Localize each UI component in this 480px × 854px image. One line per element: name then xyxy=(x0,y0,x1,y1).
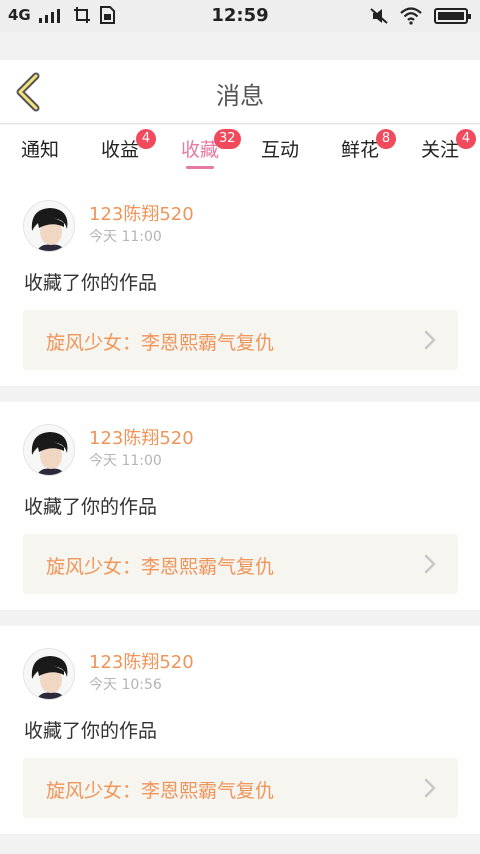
work-link[interactable]: 旋风少女：李恩熙霸气复仇 xyxy=(23,758,458,818)
tab-interactions[interactable]: 互动 xyxy=(240,135,320,162)
tab-label: 互动 xyxy=(260,139,299,161)
active-tab-indicator xyxy=(186,166,214,169)
avatar-image xyxy=(31,432,68,475)
mute-icon xyxy=(370,8,388,24)
tab-label: 收藏 xyxy=(180,139,219,161)
tab-earnings[interactable]: 收益 4 xyxy=(80,129,160,162)
timestamp: 今天 10:56 xyxy=(89,677,162,693)
tab-badge: 4 xyxy=(456,129,476,149)
chevron-right-icon xyxy=(424,554,436,574)
timestamp: 今天 11:00 xyxy=(89,453,162,469)
tab-badge: 8 xyxy=(376,129,396,149)
username[interactable]: 123陈翔520 xyxy=(89,200,194,226)
feed-card: 123陈翔520 今天 10:56 收藏了你的作品 旋风少女：李恩熙霸气复仇 xyxy=(0,626,480,834)
wifi-icon xyxy=(400,7,422,25)
feed-card: 123陈翔520 今天 11:00 收藏了你的作品 旋风少女：李恩熙霸气复仇 xyxy=(0,178,480,386)
work-title: 旋风少女：李恩熙霸气复仇 xyxy=(46,780,275,802)
tab-favorites[interactable]: 收藏 32 xyxy=(160,129,241,162)
timestamp: 今天 11:00 xyxy=(89,229,162,245)
battery-icon xyxy=(434,8,471,24)
status-right xyxy=(370,7,471,25)
tab-label: 鲜花 xyxy=(340,139,379,161)
tab-follows[interactable]: 关注 4 xyxy=(400,129,480,162)
tab-badge: 32 xyxy=(214,129,241,149)
message-text: 收藏了你的作品 xyxy=(24,720,158,742)
avatar[interactable] xyxy=(23,648,75,700)
username[interactable]: 123陈翔520 xyxy=(89,424,194,450)
tab-label: 关注 xyxy=(420,139,459,161)
work-title: 旋风少女：李恩熙霸气复仇 xyxy=(46,332,275,354)
tab-label: 收益 xyxy=(100,139,139,161)
feed-card: 123陈翔520 今天 11:00 收藏了你的作品 旋风少女：李恩熙霸气复仇 xyxy=(0,402,480,610)
avatar[interactable] xyxy=(23,200,75,252)
status-bar: 4G 12:59 xyxy=(0,0,480,32)
work-title: 旋风少女：李恩熙霸气复仇 xyxy=(46,556,275,578)
page-title: 消息 xyxy=(216,82,264,110)
chevron-right-icon xyxy=(424,778,436,798)
work-link[interactable]: 旋风少女：李恩熙霸气复仇 xyxy=(23,534,458,594)
tab-notifications[interactable]: 通知 xyxy=(0,135,80,162)
chevron-right-icon xyxy=(424,330,436,350)
username[interactable]: 123陈翔520 xyxy=(89,648,194,674)
tab-label: 通知 xyxy=(20,139,59,161)
message-text: 收藏了你的作品 xyxy=(24,496,158,518)
tab-bar: 通知 收益 4 收藏 32 互动 鲜花 8 关注 4 xyxy=(0,125,480,180)
header: 消息 xyxy=(0,60,480,124)
avatar-image xyxy=(31,208,68,251)
message-text: 收藏了你的作品 xyxy=(24,272,158,294)
tab-badge: 4 xyxy=(136,129,156,149)
avatar[interactable] xyxy=(23,424,75,476)
tab-flowers[interactable]: 鲜花 8 xyxy=(320,129,400,162)
work-link[interactable]: 旋风少女：李恩熙霸气复仇 xyxy=(23,310,458,370)
avatar-image xyxy=(31,656,68,699)
